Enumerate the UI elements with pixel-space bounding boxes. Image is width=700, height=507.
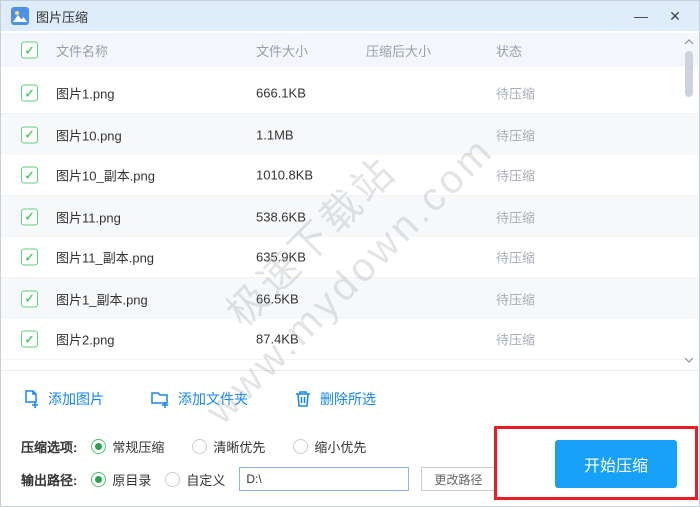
action-toolbar: 添加图片 添加文件夹 删除所选 [21,383,376,415]
row-checkbox[interactable]: ✓ [21,126,38,143]
scrollbar-thumb[interactable] [685,51,693,97]
window-title: 图片压缩 [36,9,89,25]
delete-selected-label: 删除所选 [320,391,376,407]
add-folder-icon [150,389,170,409]
row-checkbox[interactable]: ✓ [21,290,38,307]
radio-label: 缩小优先 [314,440,367,455]
scroll-down-icon[interactable] [681,353,697,367]
status-text: 待压缩 [496,292,536,307]
radio-normal-compress[interactable]: 常规压缩 [91,437,164,456]
status-text: 待压缩 [496,128,536,143]
table-row[interactable]: ✓ 图片1.png 666.1KB 待压缩 [1,73,699,114]
file-size: 666.1KB [256,85,306,101]
file-name: 图片1.png [56,86,115,102]
row-checkbox[interactable]: ✓ [21,208,38,225]
file-list: ✓ 图片1.png 666.1KB 待压缩 ✓ 图片10.png 1.1MB 待… [1,73,699,360]
select-all-checkbox[interactable]: ✓ [21,41,38,59]
column-header-name: 文件名称 [56,43,109,59]
radio-selected-icon [91,439,107,454]
file-size: 66.5KB [256,291,299,306]
output-path-label: 输出路径: [21,472,78,488]
column-header-size: 文件大小 [256,43,309,59]
file-name: 图片2.png [56,332,115,348]
compress-options-group: 常规压缩 清晰优先 缩小优先 [91,437,394,456]
radio-selected-icon [91,471,107,487]
table-row[interactable]: ✓ 图片11_副本.png 635.9KB 待压缩 [1,237,699,278]
add-image-label: 添加图片 [48,391,104,407]
radio-unselected-icon [165,471,181,487]
status-text: 待压缩 [496,86,536,102]
scroll-up-icon[interactable] [681,35,697,49]
table-row[interactable]: ✓ 图片1_副本.png 66.5KB 待压缩 [1,278,699,319]
compress-options-label: 压缩选项: [21,440,78,455]
add-image-button[interactable]: 添加图片 [21,389,104,409]
row-checkbox[interactable]: ✓ [21,330,38,348]
radio-unselected-icon [293,439,309,454]
scrollbar[interactable] [681,33,697,369]
radio-label: 自定义 [186,472,226,488]
status-text: 待压缩 [496,210,536,225]
radio-label: 常规压缩 [112,440,165,455]
table-row[interactable]: ✓ 图片10_副本.png 1010.8KB 待压缩 [1,155,699,196]
radio-label: 原目录 [112,472,152,488]
status-text: 待压缩 [496,250,536,266]
file-name: 图片10.png [56,128,122,143]
radio-unselected-icon [192,439,208,454]
table-row[interactable]: ✓ 图片2.png 87.4KB 待压缩 [1,319,699,360]
radio-clarity-priority[interactable]: 清晰优先 [192,437,265,456]
change-path-button[interactable]: 更改路径 [421,467,496,491]
compress-options-row: 压缩选项: 常规压缩 清晰优先 缩小优先 [21,437,394,456]
status-text: 待压缩 [496,332,536,348]
radio-label: 清晰优先 [213,440,266,455]
add-image-icon [21,389,40,409]
add-folder-button[interactable]: 添加文件夹 [150,389,248,409]
minimize-button[interactable]: — [627,4,655,28]
row-checkbox[interactable]: ✓ [21,84,38,102]
file-name: 图片11.png [56,210,121,225]
delete-selected-button[interactable]: 删除所选 [294,389,376,409]
titlebar: 图片压缩 — ✕ [1,1,699,31]
table-row[interactable]: ✓ 图片11.png 538.6KB 待压缩 [1,196,699,237]
row-checkbox[interactable]: ✓ [21,248,38,266]
file-size: 538.6KB [256,209,306,224]
radio-custom-directory[interactable]: 自定义 [165,470,225,489]
table-header: ✓ 文件名称 文件大小 压缩后大小 状态 [1,33,699,67]
add-folder-label: 添加文件夹 [178,391,248,407]
column-header-status: 状态 [496,43,523,59]
trash-icon [294,389,312,409]
file-name: 图片1_副本.png [56,292,148,307]
start-compress-button[interactable]: 开始压缩 [555,440,677,488]
file-size: 87.4KB [256,331,299,347]
file-size: 1.1MB [256,127,294,142]
app-logo-icon [11,7,29,25]
column-header-compressed: 压缩后大小 [366,43,432,59]
radio-size-priority[interactable]: 缩小优先 [293,437,366,456]
output-path-row: 输出路径: 原目录 自定义 更改路径 [21,467,496,491]
section-divider [1,370,699,371]
file-size: 635.9KB [256,249,306,265]
output-path-input[interactable] [239,467,410,491]
row-checkbox[interactable]: ✓ [21,166,38,184]
file-size: 1010.8KB [256,167,314,183]
file-name: 图片10_副本.png [56,168,155,184]
output-path-group: 原目录 自定义 [91,470,239,489]
radio-original-directory[interactable]: 原目录 [91,470,151,489]
close-button[interactable]: ✕ [661,4,689,28]
table-row[interactable]: ✓ 图片10.png 1.1MB 待压缩 [1,114,699,155]
status-text: 待压缩 [496,168,536,184]
file-name: 图片11_副本.png [56,250,155,266]
app-window: 图片压缩 — ✕ ✓ 文件名称 文件大小 压缩后大小 状态 ✓ 图片1.png … [0,0,700,507]
